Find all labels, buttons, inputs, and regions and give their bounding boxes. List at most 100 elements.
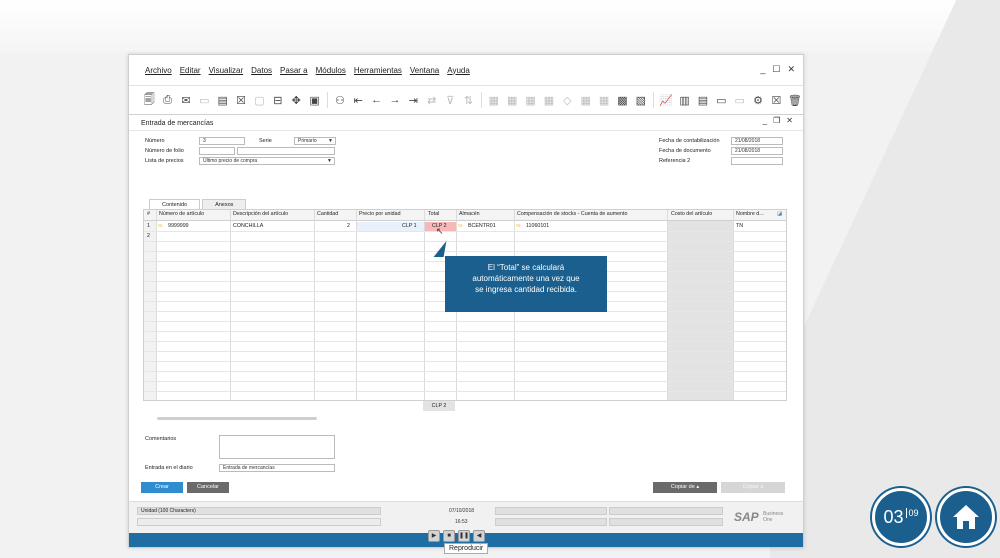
- copiar-de-button[interactable]: Copiar de ▴: [653, 482, 717, 493]
- serie-label: Serie: [259, 138, 272, 144]
- messages-icon[interactable]: ▭: [713, 91, 729, 109]
- calendar-icon[interactable]: ▥: [676, 91, 692, 109]
- menu-datos[interactable]: Datos: [251, 66, 272, 75]
- menu-editar[interactable]: Editar: [180, 66, 201, 75]
- serie-select[interactable]: Primario ▼: [294, 137, 336, 145]
- volume-icon[interactable]: ◀: [473, 530, 485, 542]
- base-document-icon[interactable]: ▦: [486, 91, 502, 109]
- chart-icon[interactable]: 📈: [658, 91, 674, 109]
- sort-icon[interactable]: ⇅: [460, 91, 476, 109]
- header-precio-unidad[interactable]: Precio por unidad: [359, 211, 401, 217]
- doc-close-icon[interactable]: ✕: [786, 116, 793, 125]
- menu-ventana[interactable]: Ventana: [410, 66, 439, 75]
- target-document-icon[interactable]: ▦: [504, 91, 520, 109]
- row1-cuenta[interactable]: 11060101: [526, 223, 549, 229]
- refresh-icon[interactable]: ⇄: [424, 91, 440, 109]
- trash-icon[interactable]: 🗑: [787, 91, 803, 109]
- folio-prefix-field[interactable]: [199, 147, 235, 155]
- help-icon[interactable]: ☒: [768, 91, 784, 109]
- transaction-journal-icon[interactable]: ◇: [559, 91, 575, 109]
- status-bar: Unidad (100 Characters) 07/10/2018 16:53…: [129, 501, 803, 533]
- home-icon: [953, 505, 979, 529]
- row1-almacen[interactable]: BCENTR01: [468, 223, 496, 229]
- referencia-field[interactable]: [731, 157, 783, 165]
- link-arrow-icon[interactable]: ➯: [516, 223, 520, 229]
- menu-pasar-a[interactable]: Pasar a: [280, 66, 308, 75]
- header-costo[interactable]: Costo del artículo: [671, 211, 712, 217]
- lista-precios-label: Lista de precios: [145, 158, 184, 164]
- settings-icon[interactable]: ⚙: [750, 91, 766, 109]
- word-export-icon[interactable]: ▤: [215, 91, 231, 109]
- header-nombre[interactable]: Nombre d...: [736, 211, 764, 217]
- menu-modulos[interactable]: Módulos: [316, 66, 346, 75]
- stop-icon[interactable]: ■: [443, 530, 455, 542]
- menu-ayuda[interactable]: Ayuda: [447, 66, 470, 75]
- alerts-icon[interactable]: ▭: [732, 91, 748, 109]
- calculator-icon[interactable]: ▤: [695, 91, 711, 109]
- print-preview-icon[interactable]: 🗐: [141, 91, 157, 109]
- referencia-label: Referencia 2: [659, 158, 691, 164]
- crear-button[interactable]: Crear: [141, 482, 183, 493]
- menu-herramientas[interactable]: Herramientas: [354, 66, 402, 75]
- lista-precios-select[interactable]: Último precio de compra ▼: [199, 157, 335, 165]
- player-controls: ▶ ■ ❚❚ ◀: [428, 530, 485, 542]
- previous-record-icon[interactable]: ←: [368, 91, 384, 109]
- pause-icon[interactable]: ❚❚: [458, 530, 470, 542]
- filter-icon[interactable]: ⊽: [442, 91, 458, 109]
- launch-icon[interactable]: ▢: [251, 91, 267, 109]
- print-icon[interactable]: ⎙: [159, 91, 175, 109]
- cancelar-button[interactable]: Cancelar: [187, 482, 229, 493]
- form-settings-icon[interactable]: ▣: [306, 91, 322, 109]
- excel-export-icon[interactable]: ☒: [233, 91, 249, 109]
- row1-descripcion[interactable]: CONCHILLA: [233, 223, 263, 229]
- document-layout-icon[interactable]: ▦: [596, 91, 612, 109]
- query-manager-icon[interactable]: ▩: [614, 91, 630, 109]
- email-icon[interactable]: ✉: [178, 91, 194, 109]
- header-total[interactable]: Total: [428, 211, 439, 217]
- chevron-down-icon: ▴: [696, 484, 700, 490]
- menu-archivo[interactable]: Archivo: [145, 66, 172, 75]
- doc-minimize-icon[interactable]: _: [763, 116, 767, 125]
- move-icon[interactable]: ✥: [288, 91, 304, 109]
- comentarios-field[interactable]: [219, 435, 335, 459]
- copiar-a-button[interactable]: Copiar a: [721, 482, 785, 493]
- menu-visualizar[interactable]: Visualizar: [209, 66, 244, 75]
- header-descripcion[interactable]: Descripción del artículo: [233, 211, 288, 217]
- chevron-down-icon: ▼: [328, 138, 333, 144]
- header-almacen[interactable]: Almacén: [459, 211, 480, 217]
- link-arrow-icon[interactable]: ➯: [158, 223, 162, 229]
- numero-field[interactable]: 3: [199, 137, 245, 145]
- next-record-icon[interactable]: →: [387, 91, 403, 109]
- gross-profit-icon[interactable]: ▦: [522, 91, 538, 109]
- minimize-icon[interactable]: _: [760, 64, 765, 75]
- row1-nombre[interactable]: TN: [736, 223, 743, 229]
- row1-cantidad[interactable]: 2: [347, 223, 350, 229]
- expand-grid-icon[interactable]: ◪: [777, 211, 782, 217]
- home-button[interactable]: [937, 488, 995, 546]
- close-icon[interactable]: ✕: [787, 64, 795, 75]
- sms-icon[interactable]: ▭: [196, 91, 212, 109]
- row1-precio[interactable]: CLP 1: [402, 223, 417, 229]
- last-record-icon[interactable]: ⇥: [405, 91, 421, 109]
- link-arrow-icon[interactable]: ➯: [458, 223, 462, 229]
- header-rownum: #: [147, 211, 150, 217]
- document-window-controls: _ ❐ ✕: [763, 116, 793, 125]
- volume-weight-icon[interactable]: ▦: [578, 91, 594, 109]
- horizontal-scrollbar[interactable]: [157, 417, 317, 420]
- fecha-documento-field[interactable]: 21/08/2018: [731, 147, 783, 155]
- maximize-icon[interactable]: ☐: [772, 64, 780, 75]
- header-compensacion[interactable]: Compensación de stocks - Cuenta de aumen…: [517, 211, 627, 217]
- play-icon[interactable]: ▶: [428, 530, 440, 542]
- doc-restore-icon[interactable]: ❐: [773, 116, 780, 125]
- approval-icon[interactable]: ▧: [633, 91, 649, 109]
- find-icon[interactable]: ⚇: [332, 91, 348, 109]
- row1-articulo[interactable]: 9999999: [168, 223, 189, 229]
- lock-icon[interactable]: ⊟: [270, 91, 286, 109]
- payment-means-icon[interactable]: ▦: [541, 91, 557, 109]
- diario-field[interactable]: Entrada de mercancías: [219, 464, 335, 472]
- fecha-contabilizacion-field[interactable]: 21/08/2018: [731, 137, 783, 145]
- first-record-icon[interactable]: ⇤: [350, 91, 366, 109]
- folio-number-field[interactable]: [237, 147, 335, 155]
- header-cantidad[interactable]: Cantidad: [317, 211, 338, 217]
- header-numero-articulo[interactable]: Número de artículo: [159, 211, 204, 217]
